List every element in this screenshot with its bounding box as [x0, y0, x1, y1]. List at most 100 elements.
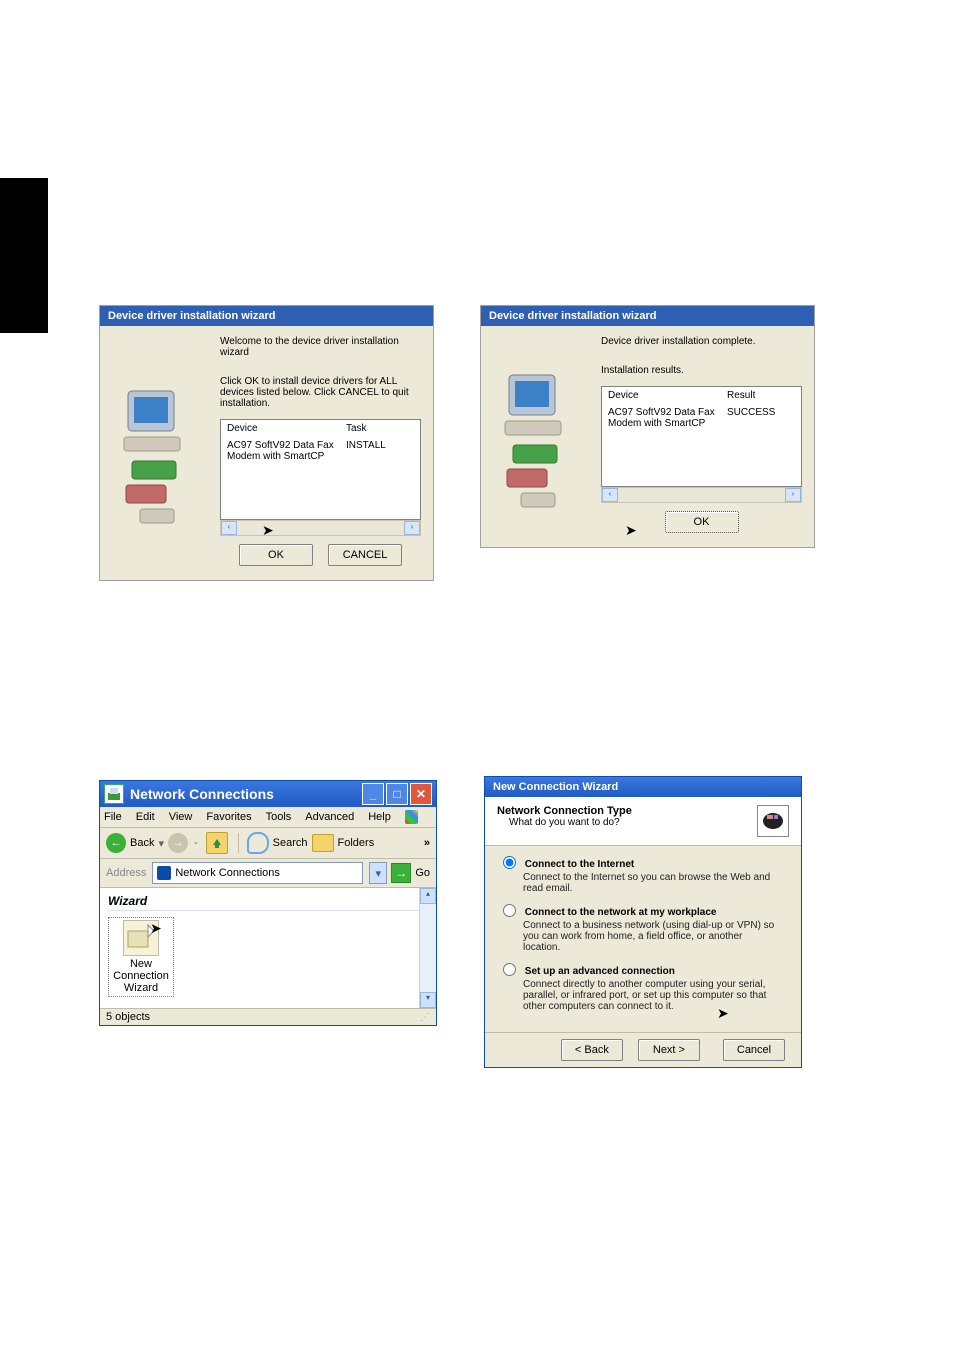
new-connection-wizard-item[interactable]: New Connection Wizard [108, 917, 174, 997]
install-wizard-2: Device driver installation wizard Device… [480, 305, 815, 548]
menu-bar: File Edit View Favorites Tools Advanced … [100, 807, 436, 828]
menu-tools[interactable]: Tools [266, 811, 292, 823]
network-connections-icon [104, 784, 124, 804]
option-connect-workplace[interactable]: Connect to the network at my workplace C… [519, 904, 777, 953]
radio-connect-workplace[interactable] [503, 904, 516, 917]
ok-button[interactable]: OK [665, 511, 739, 533]
status-bar: 5 objects ⋰ [100, 1008, 436, 1025]
back-button[interactable]: < Back [561, 1039, 623, 1061]
menu-view[interactable]: View [169, 811, 193, 823]
menu-file[interactable]: File [104, 811, 122, 823]
ncw-header-sub: What do you want to do? [509, 817, 632, 828]
address-icon [157, 866, 171, 880]
scroll-down-icon[interactable]: ▾ [420, 992, 436, 1008]
scroll-up-icon[interactable]: ▴ [420, 888, 436, 904]
toolbar: ← Back ▾ → - Search Folders » [100, 828, 436, 859]
ncw-titlebar[interactable]: New Connection Wizard [485, 777, 801, 797]
option-advanced-connection[interactable]: Set up an advanced connection Connect di… [519, 963, 777, 1012]
ncw-footer: < Back Next > Cancel [485, 1032, 801, 1067]
vertical-scrollbar[interactable]: ▴ ▾ [419, 888, 436, 1008]
install-wizard-1-hscroll[interactable]: ‹ › [220, 520, 421, 536]
ncw-header-icon [757, 805, 789, 837]
install-wizard-1-instruction: Click OK to install device drivers for A… [220, 376, 421, 409]
col-task: Task [346, 423, 414, 434]
address-value: Network Connections [175, 867, 280, 879]
back-icon[interactable]: ← [106, 833, 126, 853]
address-dropdown-icon[interactable]: ▾ [369, 862, 387, 884]
item-label-1: New [111, 958, 171, 970]
menu-favorites[interactable]: Favorites [206, 811, 251, 823]
opt1-desc: Connect to the Internet so you can brows… [523, 872, 777, 894]
install-wizard-1-art [100, 326, 216, 580]
ncw-header: Network Connection Type What do you want… [485, 797, 801, 846]
scroll-right-icon[interactable]: › [404, 521, 420, 535]
install-wizard-1-title: Device driver installation wizard [100, 306, 433, 326]
item-label-2: Connection [111, 970, 171, 982]
wizard-icon [123, 920, 159, 956]
maximize-button[interactable]: □ [386, 783, 408, 805]
menu-advanced[interactable]: Advanced [305, 811, 354, 823]
device-task: INSTALL [346, 440, 414, 462]
scroll-left-icon[interactable]: ‹ [602, 488, 618, 502]
back-dropdown-icon[interactable]: ▾ [158, 837, 164, 850]
opt2-title: Connect to the network at my workplace [525, 907, 717, 918]
opt1-title: Connect to the Internet [525, 859, 634, 870]
ncw-header-title: Network Connection Type [497, 805, 632, 817]
menu-edit[interactable]: Edit [136, 811, 155, 823]
windows-flag-icon [405, 810, 418, 824]
ok-button[interactable]: OK [239, 544, 313, 566]
address-label: Address [106, 867, 146, 879]
install-wizard-1-welcome: Welcome to the device driver installatio… [220, 336, 421, 358]
device-name: AC97 SoftV92 Data Fax Modem with SmartCP [608, 407, 727, 429]
option-connect-internet[interactable]: Connect to the Internet Connect to the I… [519, 856, 777, 894]
next-button[interactable]: Next > [638, 1039, 700, 1061]
cancel-button[interactable]: CANCEL [328, 544, 402, 566]
folders-label[interactable]: Folders [338, 837, 375, 849]
back-label[interactable]: Back [130, 837, 154, 849]
search-label[interactable]: Search [273, 837, 308, 849]
radio-advanced-connection[interactable] [503, 963, 516, 976]
go-label[interactable]: Go [415, 867, 430, 879]
install-wizard-1-device-list: Device Task AC97 SoftV92 Data Fax Modem … [220, 419, 421, 520]
ncw-options: Connect to the Internet Connect to the I… [485, 846, 801, 1032]
up-icon[interactable] [206, 832, 228, 854]
scroll-left-icon[interactable]: ‹ [221, 521, 237, 535]
resize-grip-icon[interactable]: ⋰ [420, 1012, 430, 1023]
new-connection-wizard: New Connection Wizard Network Connection… [484, 776, 802, 1068]
toolbar-chevron-icon[interactable]: » [424, 837, 430, 849]
category-wizard: Wizard [108, 894, 428, 908]
content-pane[interactable]: Wizard New Connection Wizard ▴ ▾ ➤ [100, 888, 436, 1008]
install-wizard-2-title: Device driver installation wizard [481, 306, 814, 326]
minimize-button[interactable]: _ [362, 783, 384, 805]
status-text: 5 objects [106, 1011, 150, 1023]
opt3-desc: Connect directly to another computer usi… [523, 979, 777, 1012]
address-bar: Address Network Connections ▾ → Go [100, 859, 436, 888]
cancel-button[interactable]: Cancel [723, 1039, 785, 1061]
col-device: Device [608, 390, 727, 401]
window-titlebar[interactable]: Network Connections _ □ ✕ [100, 781, 436, 807]
page-side-tab [0, 178, 48, 333]
folders-icon[interactable] [312, 834, 334, 852]
col-result: Result [727, 390, 795, 401]
address-field[interactable]: Network Connections [152, 862, 363, 884]
opt2-desc: Connect to a business network (using dia… [523, 920, 777, 953]
install-wizard-2-hscroll[interactable]: ‹ › [601, 487, 802, 503]
close-button[interactable]: ✕ [410, 783, 432, 805]
search-icon[interactable] [247, 832, 269, 854]
col-device: Device [227, 423, 346, 434]
opt3-title: Set up an advanced connection [525, 966, 675, 977]
device-name: AC97 SoftV92 Data Fax Modem with SmartCP [227, 440, 346, 462]
install-wizard-2-complete: Device driver installation complete. [601, 336, 802, 347]
go-button-icon[interactable]: → [391, 863, 411, 883]
install-wizard-1: Device driver installation wizard Welcom… [99, 305, 434, 581]
radio-connect-internet[interactable] [503, 856, 516, 869]
forward-icon[interactable]: → [168, 833, 188, 853]
network-connections-window: Network Connections _ □ ✕ File Edit View… [99, 780, 437, 1026]
scroll-right-icon[interactable]: › [785, 488, 801, 502]
device-result: SUCCESS [727, 407, 795, 429]
menu-help[interactable]: Help [368, 811, 391, 823]
window-title: Network Connections [130, 786, 274, 802]
install-wizard-2-art [481, 326, 597, 547]
item-label-3: Wizard [111, 982, 171, 994]
install-wizard-2-device-list: Device Result AC97 SoftV92 Data Fax Mode… [601, 386, 802, 487]
